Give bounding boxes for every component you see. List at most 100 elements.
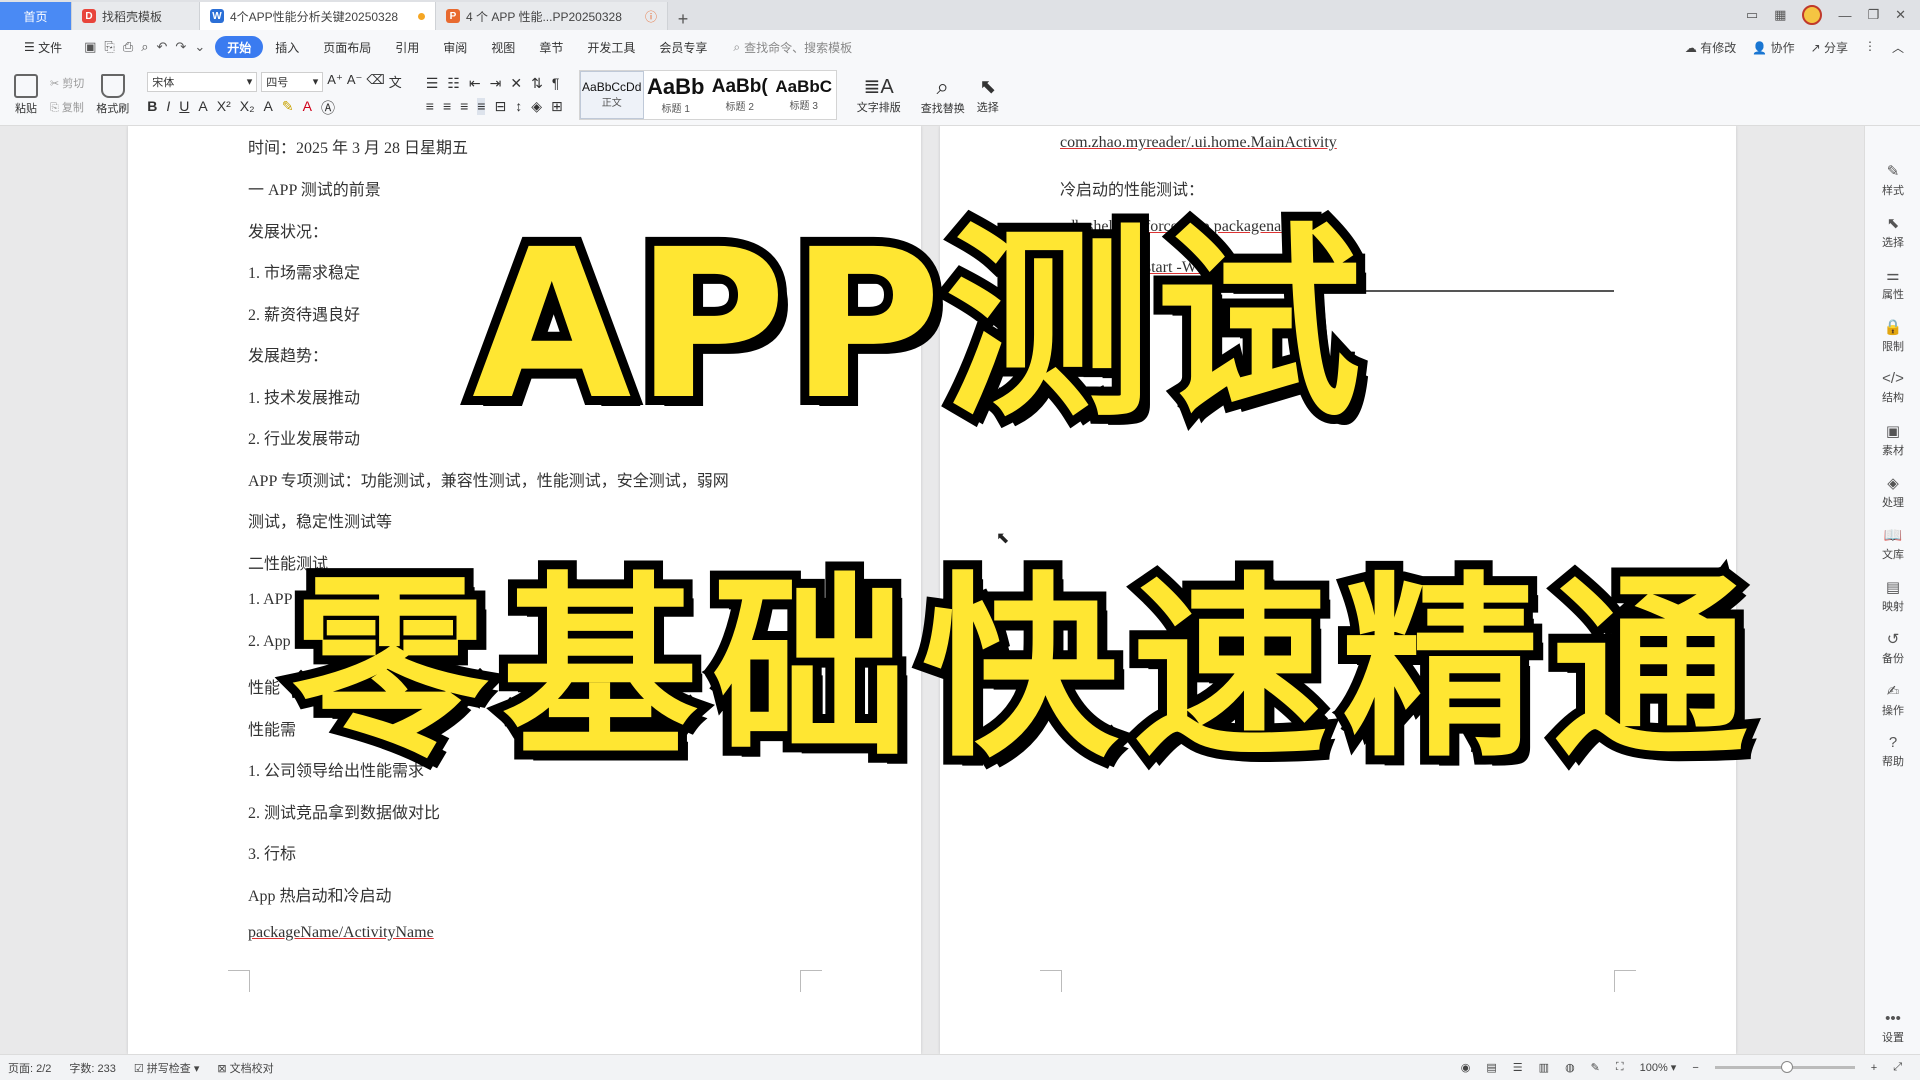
shrink-font-icon[interactable]: A⁻: [347, 72, 363, 92]
style-heading-1[interactable]: AaBb 标题 1: [644, 71, 708, 119]
web-view-icon[interactable]: ◍: [1565, 1061, 1575, 1074]
spell-check-toggle[interactable]: ☑ 拼写检查 ▾: [134, 1060, 200, 1076]
restore-icon[interactable]: ❐: [1867, 7, 1879, 23]
grow-font-icon[interactable]: A⁺: [327, 72, 343, 92]
menu-references[interactable]: 引用: [383, 36, 431, 58]
line-spacing-icon[interactable]: ↕: [515, 98, 522, 115]
collaborate-button[interactable]: 👤 协作: [1752, 39, 1794, 56]
font-size-select[interactable]: 四号 ▾: [261, 71, 324, 92]
save-icon[interactable]: ▣: [84, 39, 96, 55]
increase-indent-icon[interactable]: ⇥: [490, 75, 502, 92]
zoom-out-icon[interactable]: −: [1692, 1062, 1698, 1074]
tab-home[interactable]: 首页: [0, 2, 72, 30]
more-icon[interactable]: ⋮: [1864, 39, 1876, 56]
underline-icon[interactable]: U: [179, 98, 189, 118]
sidebar-item-operations[interactable]: ✍ 操作: [1865, 682, 1920, 718]
sidebar-item-restrict[interactable]: 🔒 限制: [1865, 318, 1920, 354]
zoom-level[interactable]: 100% ▾: [1640, 1061, 1677, 1074]
sidebar-item-mapping[interactable]: ▤ 映射: [1865, 578, 1920, 614]
new-tab-button[interactable]: +: [668, 9, 698, 30]
decrease-indent-icon[interactable]: ⇤: [469, 75, 481, 92]
sidebar-item-process[interactable]: ◈ 处理: [1865, 474, 1920, 510]
clear-format-icon[interactable]: ⌫: [366, 72, 384, 92]
font-color-icon[interactable]: A: [303, 98, 312, 118]
preview-icon[interactable]: ⌕: [141, 39, 148, 55]
style-heading-3[interactable]: AaBbC 标题 3: [772, 71, 836, 119]
customize-icon[interactable]: ⌄: [194, 39, 205, 55]
menu-page-layout[interactable]: 页面布局: [311, 36, 383, 58]
zoom-slider[interactable]: [1714, 1061, 1855, 1073]
redo-icon[interactable]: ↷: [175, 39, 186, 55]
sidebar-item-settings[interactable]: ••• 设置: [1865, 1010, 1920, 1045]
subscript-icon[interactable]: X₂: [240, 98, 255, 118]
distributed-icon[interactable]: ⊟: [494, 98, 506, 115]
phonetic-icon[interactable]: 文: [389, 72, 402, 92]
sidebar-item-properties[interactable]: ⚌ 属性: [1865, 266, 1920, 302]
align-left-icon[interactable]: ≡: [426, 98, 434, 115]
tab-presentation[interactable]: P 4 个 APP 性能...PP20250328 ⓘ: [436, 2, 668, 30]
justify-icon[interactable]: ≡: [477, 97, 486, 115]
sidebar-item-help[interactable]: ? 帮助: [1865, 734, 1920, 769]
char-border-icon[interactable]: Ⓐ: [321, 98, 335, 118]
superscript-icon[interactable]: X²: [217, 98, 231, 118]
page-count[interactable]: 页面: 2/2: [8, 1060, 51, 1076]
format-painter-button[interactable]: 格式刷: [90, 73, 135, 116]
copy-button[interactable]: ⎘ 复制: [50, 99, 84, 115]
word-count[interactable]: 字数: 233: [69, 1060, 115, 1076]
fullscreen-icon[interactable]: ⤢: [1893, 1061, 1902, 1074]
style-heading-2[interactable]: AaBb(标题 2: [708, 71, 772, 119]
fit-page-icon[interactable]: ⛶: [1616, 1061, 1624, 1074]
zoom-slider-knob[interactable]: [1780, 1061, 1793, 1073]
print-icon[interactable]: ⎙: [123, 39, 133, 55]
sort-icon[interactable]: ⇅: [531, 75, 543, 92]
proofread-button[interactable]: ⊠ 文档校对: [217, 1060, 273, 1076]
italic-icon[interactable]: I: [166, 98, 170, 118]
revision-button[interactable]: ☁ 有修改: [1685, 39, 1736, 56]
outline-view-icon[interactable]: ☰: [1513, 1061, 1523, 1074]
show-marks-icon[interactable]: ¶: [552, 75, 560, 92]
share-button[interactable]: ↗ 分享: [1811, 39, 1848, 56]
close-icon[interactable]: ✕: [1895, 7, 1906, 23]
text-effect-icon[interactable]: A: [264, 98, 273, 118]
menu-view[interactable]: 视图: [479, 36, 527, 58]
read-view-icon[interactable]: ▥: [1539, 1061, 1549, 1074]
minimize-icon[interactable]: —: [1838, 8, 1851, 23]
sidebar-item-style[interactable]: ✎ 样式: [1865, 162, 1920, 198]
select-button[interactable]: ⬉ 选择: [971, 74, 1005, 115]
sidebar-item-structure[interactable]: </> 结构: [1865, 370, 1920, 405]
numbered-list-icon[interactable]: ☷: [447, 75, 460, 92]
menu-member[interactable]: 会员专享: [647, 36, 719, 58]
layout-icon[interactable]: ▭: [1746, 7, 1758, 23]
cut-button[interactable]: ✂ 剪切: [50, 75, 84, 91]
eye-protection-icon[interactable]: ◉: [1461, 1061, 1471, 1074]
text-layout-button[interactable]: ≣A 文字排版: [851, 74, 907, 115]
find-replace-button[interactable]: ⌕ 查找替换: [915, 74, 971, 116]
bold-icon[interactable]: B: [147, 98, 157, 118]
tab-document-active[interactable]: W 4个APP性能分析关键20250328: [200, 2, 436, 30]
style-normal[interactable]: AaBbCcDd 正文: [579, 70, 644, 119]
menu-review[interactable]: 审阅: [431, 36, 479, 58]
bullet-list-icon[interactable]: ☰: [426, 75, 439, 92]
menu-insert[interactable]: 插入: [263, 36, 311, 58]
command-search[interactable]: ⌕ 查找命令、搜索模板: [733, 39, 852, 56]
page-view-icon[interactable]: ▤: [1486, 1061, 1496, 1074]
collapse-ribbon-icon[interactable]: ︿: [1892, 39, 1904, 56]
highlight-icon[interactable]: ✎: [282, 98, 294, 118]
grid-apps-icon[interactable]: ▦: [1774, 7, 1786, 23]
sidebar-item-backup[interactable]: ↺ 备份: [1865, 630, 1920, 666]
write-view-icon[interactable]: ✎: [1591, 1061, 1600, 1074]
menu-section[interactable]: 章节: [527, 36, 575, 58]
avatar[interactable]: [1802, 5, 1823, 25]
export-icon[interactable]: ⎘: [104, 39, 114, 55]
chinese-layout-icon[interactable]: ✕: [510, 75, 522, 92]
menu-home[interactable]: 开始: [215, 36, 264, 58]
font-effects-icon[interactable]: A: [198, 98, 207, 118]
align-right-icon[interactable]: ≡: [460, 98, 468, 115]
sidebar-item-library[interactable]: 📖 文库: [1865, 526, 1920, 562]
shading-icon[interactable]: ◈: [531, 98, 542, 115]
sidebar-item-materials[interactable]: ▣ 素材: [1865, 422, 1920, 458]
tab-template[interactable]: D 找稻壳模板: [72, 2, 200, 30]
paste-button[interactable]: 粘贴: [8, 73, 44, 116]
borders-icon[interactable]: ⊞: [551, 98, 563, 115]
font-name-select[interactable]: 宋体 ▾: [147, 71, 258, 92]
